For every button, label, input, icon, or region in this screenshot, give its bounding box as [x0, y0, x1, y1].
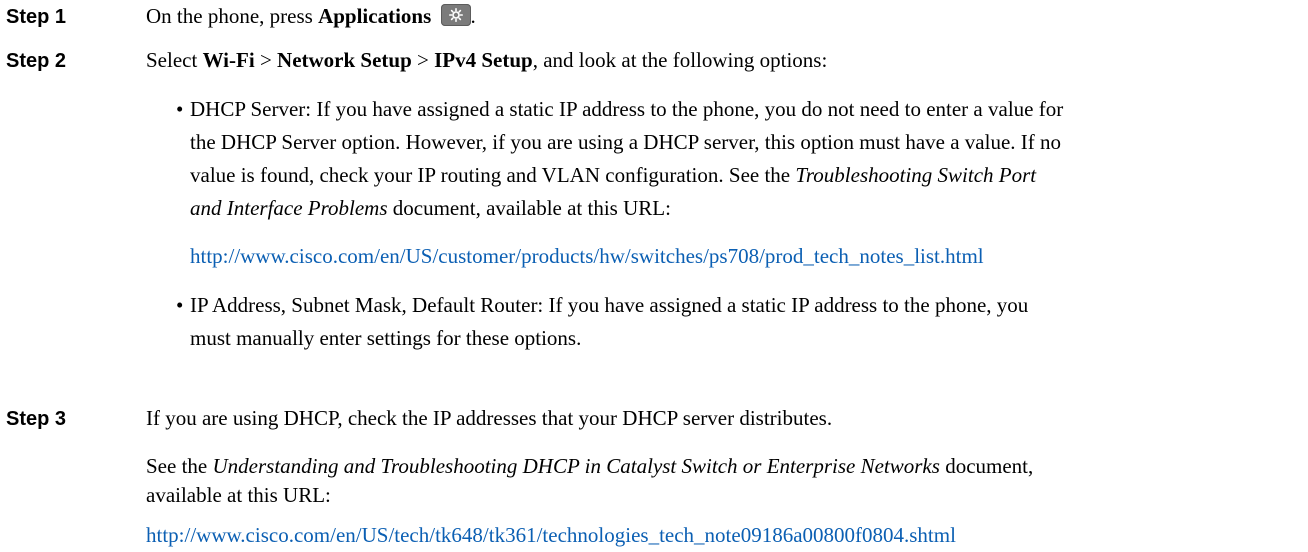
- step-3-see-line-2: available at this URL:: [146, 483, 331, 507]
- dhcp-url[interactable]: http://www.cisco.com/en/US/tech/tk648/tk…: [146, 523, 956, 547]
- bullet-1-line-3: value is found, check your IP routing an…: [190, 159, 1036, 192]
- step-1-text: On the phone, press Applications .: [146, 0, 476, 33]
- bullet-1-line-4: and Interface Problems document, availab…: [190, 192, 671, 225]
- applications-label: Applications: [318, 4, 432, 28]
- dhcp-doc-title: Understanding and Troubleshooting DHCP i…: [212, 454, 940, 478]
- ipv4-setup-label: IPv4 Setup: [434, 48, 533, 72]
- step-1-post: .: [470, 4, 476, 28]
- separator: >: [254, 48, 278, 72]
- bullet-dot: •: [176, 97, 184, 121]
- network-setup-label: Network Setup: [277, 48, 412, 72]
- bullet-1-line-3-text: value is found, check your IP routing an…: [190, 163, 796, 187]
- step-3-label: Step 3: [6, 408, 67, 430]
- separator: >: [411, 48, 435, 72]
- see-post: document,: [939, 454, 1034, 478]
- wifi-label: Wi-Fi: [202, 48, 255, 72]
- bullet-1-line-2: the DHCP Server option. However, if you …: [190, 130, 1062, 154]
- bullet-1-line-4-rest: document, available at this URL:: [387, 196, 671, 220]
- see-pre: See the: [146, 454, 213, 478]
- select-word: Select: [146, 48, 203, 72]
- bullet-dot: •: [176, 293, 184, 317]
- bullet-2-line-1: IP Address, Subnet Mask, Default Router:…: [190, 293, 1029, 317]
- troubleshooting-doc-title-part1: Troubleshooting Switch Port: [795, 163, 1037, 187]
- step-2-label: Step 2: [6, 50, 67, 72]
- switch-port-url[interactable]: http://www.cisco.com/en/US/customer/prod…: [190, 244, 984, 268]
- step-2-rest: , and look at the following options:: [532, 48, 828, 72]
- dhcp-url-link[interactable]: http://www.cisco.com/en/US/tech/tk648/tk…: [146, 519, 956, 552]
- switch-port-url-link[interactable]: http://www.cisco.com/en/US/customer/prod…: [190, 240, 984, 273]
- step-1-pre: On the phone, press: [146, 4, 319, 28]
- step-3-line-1: If you are using DHCP, check the IP addr…: [146, 406, 833, 430]
- bullet-2-line-2: must manually enter settings for these o…: [190, 326, 582, 350]
- step-1-label: Step 1: [6, 6, 67, 28]
- gear-icon: [440, 4, 471, 26]
- bullet-1-line-1: DHCP Server: If you have assigned a stat…: [190, 97, 1064, 121]
- troubleshooting-doc-title-part2: and Interface Problems: [190, 196, 388, 220]
- step-2-text: Select Wi-Fi > Network Setup > IPv4 Setu…: [146, 44, 827, 77]
